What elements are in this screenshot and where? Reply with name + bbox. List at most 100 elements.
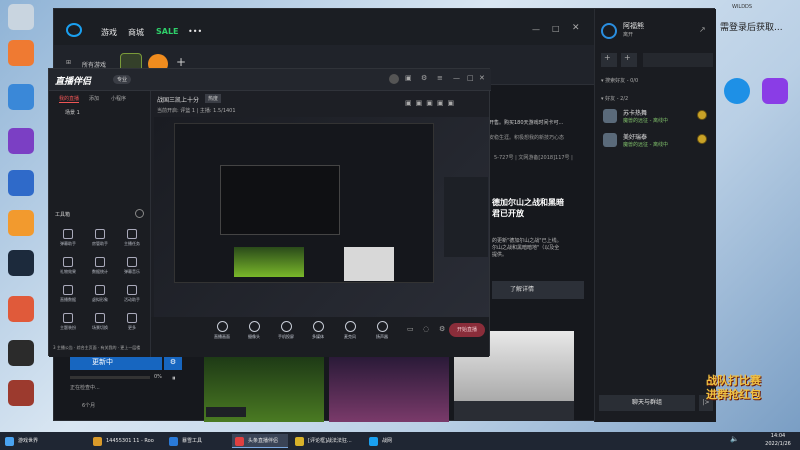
task-icon [127,229,137,239]
news-learn-more-button[interactable]: 了解详情 [492,281,584,299]
folder-icon [295,437,304,446]
update-percent: 0% [154,374,162,380]
desktop-icon-blue[interactable] [8,84,34,110]
tab-my-live[interactable]: 我的直播 [59,95,80,103]
live-maximize-icon[interactable]: □ [467,74,474,82]
avatar[interactable] [601,23,617,39]
bottom-tool-label: 直播画面 [214,334,230,339]
desktop-icon-red[interactable] [8,296,34,322]
friend-search-input[interactable] [643,53,713,67]
tool-more[interactable]: 更多 [117,313,147,331]
tool-microphone[interactable]: 麦克风 [335,321,365,340]
add-friend-icon: + [604,53,611,62]
live-avatar[interactable] [389,74,399,84]
stream-preview[interactable] [154,117,489,317]
nav-sale[interactable]: SALE [156,27,179,36]
timer-icon[interactable]: ◌ [423,325,429,333]
volume-icon[interactable]: 🔈 [730,435,739,443]
activity-icon [127,285,137,295]
user-status[interactable]: 离开 [623,31,633,38]
thumb-caption-1 [206,407,246,417]
tool-task[interactable]: 主播任务 [117,229,147,247]
search-friends-header[interactable]: ▾ 搜索好友 - 0/0 [601,77,638,84]
live-minimize-icon[interactable]: — [453,74,460,82]
external-link-icon[interactable]: ↗ [699,25,706,34]
gift-icon[interactable]: ▣ [405,74,412,82]
nav-games[interactable]: 游戏 [101,27,117,38]
scene-row[interactable]: 场景 1 [55,109,145,119]
record-icon[interactable]: ▭ [407,325,414,333]
close-icon[interactable]: ✕ [572,23,580,33]
desktop-icon-wegame[interactable] [8,340,34,366]
taskbar-item[interactable]: 战网 [366,434,416,448]
friend-item[interactable]: 美好瑞泰 魔兽的远征 - 离线中 [603,131,713,157]
desktop-icon-rent[interactable] [8,170,34,196]
tool-phone-cast[interactable]: 手机投屏 [271,321,301,340]
friend-status: 魔兽的远征 - 离线中 [623,142,668,148]
top-right-text: 需登录后获取... [720,23,783,33]
tool-manager[interactable]: 房管助手 [85,229,115,247]
taskbar-start[interactable]: 游戏世界 [2,434,82,448]
clock-time[interactable]: 14:04 [760,433,796,439]
tool-media[interactable]: 多媒体 [303,321,333,340]
tab-mini-program[interactable]: 小程序 [111,95,126,102]
taskbar-item[interactable]: 14455301 11 - Roo [90,434,160,448]
tool-scene-switch[interactable]: 场景切换 [85,313,115,331]
tool-danmu[interactable]: 弹幕助手 [53,229,83,247]
tool-theme[interactable]: 主题装扮 [53,313,83,331]
tool-activity[interactable]: 活动助手 [117,285,147,303]
manager-icon [95,229,105,239]
tool-gift-effect[interactable]: 礼物效果 [53,257,83,275]
notice-bar[interactable]: 3 主播公告 · 综合主页面 · 有关我的 · 更上一层楼 [53,345,149,351]
preview-toolbar[interactable]: ▣▣▣▣▣ [405,99,485,109]
desktop-icon-game[interactable] [8,380,34,406]
friend-name: 美好瑞泰 [623,134,648,141]
news-headline[interactable]: 德加尔山之战和黑暗 君已开放 [492,197,592,219]
menu-icon[interactable]: ≡ [437,74,443,82]
friend-item[interactable]: 苏卡热舞 魔兽的远征 - 离线中 [603,107,713,133]
tool-avatar[interactable]: 虚拟形象 [85,285,115,303]
add-group-button[interactable]: + [621,53,637,67]
live-close-icon[interactable]: ✕ [479,74,485,82]
desktop-icon-steam[interactable] [8,250,34,276]
tab-add[interactable]: 添加 [89,95,99,102]
music-icon[interactable] [762,78,788,104]
taskbar-item-label: 暴雪工具 [182,438,203,444]
add-friend-button[interactable]: + [601,53,617,67]
desktop-icon-orange[interactable] [8,210,34,236]
desktop-icon-top[interactable] [8,4,34,30]
live-tag[interactable]: 专业 [113,75,132,84]
desktop-icon-tencent[interactable] [8,128,34,154]
tool-screen[interactable]: 直播画面 [207,321,237,340]
grid-icon[interactable]: ⊞ [66,59,71,66]
taskbar-item-active[interactable]: 头条直播伴侣 [232,434,288,448]
tool-speaker[interactable]: 扬声器 [367,321,397,340]
nav-more[interactable]: ••• [188,27,202,36]
live-settings-icon[interactable]: ⚙ [439,325,445,333]
taskbar-item[interactable]: [评论框]战法法狂... [292,434,362,448]
maximize-icon[interactable]: □ [552,24,560,33]
clock-date[interactable]: 2022/1/26 [760,441,796,447]
pause-icon[interactable]: ⏸ [172,374,176,383]
toolbox-header: 工具箱 [55,212,71,218]
news-line-3: 5-727号 | 文网游备[2018]117号 | [494,155,573,161]
chat-and-groups-button[interactable]: 聊天与群组 [599,395,695,411]
tool-music[interactable]: 弹幕音乐 [117,257,147,275]
channel-tag[interactable]: 热度 [205,94,222,103]
nav-shop[interactable]: 商城 [128,27,144,38]
tool-live-data[interactable]: 直播数据 [53,285,83,303]
minimize-icon[interactable]: — [532,25,540,34]
friends-group-header[interactable]: ▾ 好友 - 2/2 [601,95,628,102]
desktop-icon-origin[interactable] [8,40,34,66]
promo-banner[interactable]: 战队打比赛 进群抢红包 [706,374,800,402]
tool-stats[interactable]: 数据统计 [85,257,115,275]
tool-camera[interactable]: 摄像头 [239,321,269,340]
start-live-button[interactable]: 开始直播 [449,323,485,337]
add-game-button[interactable]: + [176,55,186,69]
taskbar-item[interactable]: 暴雪工具 [166,434,226,448]
toolbox-settings-icon[interactable] [135,209,144,218]
settings-icon[interactable]: ⚙ [421,74,427,82]
battlenet-logo-icon[interactable] [66,23,82,37]
app-icon-r[interactable] [724,78,750,104]
thumb-game-2[interactable] [329,357,449,422]
